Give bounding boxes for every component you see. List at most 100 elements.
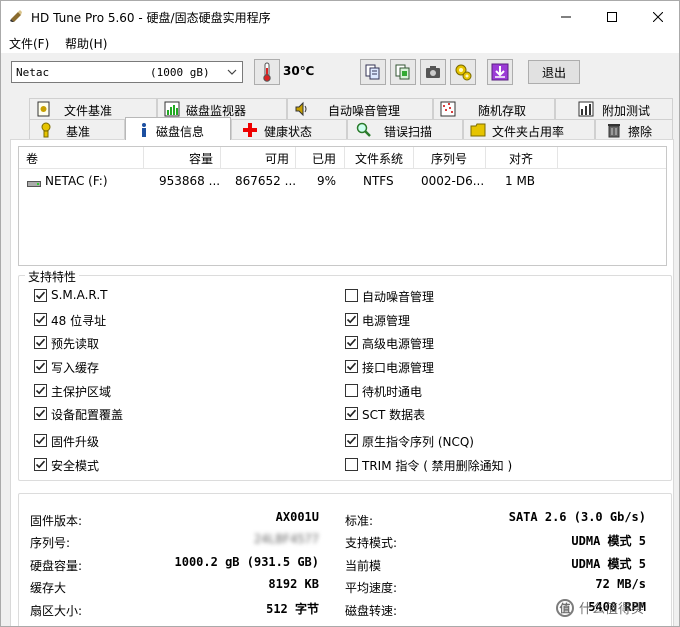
drive-select[interactable]: Netac (1000 gB): [11, 61, 243, 83]
sector-label: 扇区大小:: [30, 604, 83, 618]
minimize-button[interactable]: [543, 1, 589, 33]
cell-used: 9%: [317, 174, 337, 188]
tab-health[interactable]: 健康状态: [231, 119, 347, 140]
extra-tests-icon: [578, 101, 594, 117]
col-used[interactable]: 已用: [312, 150, 336, 167]
empty-checkbox-icon[interactable]: [345, 384, 358, 397]
tab-aam[interactable]: 自动噪音管理: [287, 98, 433, 119]
checkmark-icon[interactable]: [345, 313, 358, 326]
column-separator: [344, 147, 345, 169]
tab-label: 文件夹占用率: [492, 125, 565, 139]
col-align[interactable]: 对齐: [509, 150, 533, 167]
tab-label: 自动噪音管理: [328, 104, 401, 118]
tab-folder-usage[interactable]: 文件夹占用率: [463, 119, 595, 140]
folder-icon: [470, 122, 486, 138]
tab-random-access[interactable]: 随机存取: [433, 98, 555, 119]
feature-label: 写入缓存: [51, 361, 100, 375]
empty-checkbox-icon[interactable]: [345, 289, 358, 302]
tab-label: 随机存取: [478, 104, 527, 118]
avg-speed-label: 平均速度:: [345, 581, 398, 595]
tab-label: 磁盘信息: [156, 125, 205, 139]
volume-list[interactable]: 卷 容量 可用 已用 文件系统 序列号 对齐 NETAC (F:) 953868…: [18, 146, 667, 266]
watermark: 值 什么值得买: [556, 598, 644, 617]
watermark-text: 什么值得买: [579, 602, 645, 617]
title-bar: HD Tune Pro 5.60 - 硬盘/固态硬盘实用程序: [1, 1, 679, 33]
checkmark-icon[interactable]: [34, 360, 47, 373]
firmware-label: 固件版本:: [30, 514, 83, 528]
tab-row-1: 文件基准 磁盘监视器 自动噪音管理 随机存取 附加测试: [9, 98, 673, 119]
firmware-value: AX001U: [275, 510, 319, 524]
tab-extra-tests[interactable]: 附加测试: [555, 98, 673, 119]
col-filesystem[interactable]: 文件系统: [355, 150, 403, 167]
checkmark-icon[interactable]: [34, 407, 47, 420]
copy-text-icon[interactable]: [360, 59, 386, 85]
checkmark-icon[interactable]: [345, 407, 358, 420]
drive-name: Netac: [16, 66, 50, 79]
feature-label: 48 位寻址: [51, 314, 107, 328]
checkmark-icon[interactable]: [34, 384, 47, 397]
feature-label: TRIM 指令 ( 禁用删除通知 ): [362, 459, 513, 473]
health-cross-icon: [242, 122, 258, 138]
speaker-icon: [294, 101, 310, 117]
exit-button[interactable]: 退出: [528, 60, 580, 84]
cell-volume: NETAC (F:): [45, 174, 108, 188]
checkmark-icon[interactable]: [34, 313, 47, 326]
checkmark-icon[interactable]: [345, 360, 358, 373]
col-volume[interactable]: 卷: [26, 150, 38, 167]
maximize-button[interactable]: [589, 1, 635, 33]
thermometer-icon: [254, 59, 280, 85]
tab-label: 附加测试: [602, 104, 651, 118]
col-free[interactable]: 可用: [265, 150, 289, 167]
info-icon: [136, 122, 152, 138]
camera-icon[interactable]: [420, 59, 446, 85]
tab-file-benchmark[interactable]: 文件基准: [29, 98, 157, 119]
drive-icon: [27, 177, 41, 191]
table-row[interactable]: NETAC (F:) 953868 ... 867652 ... 9% NTFS…: [19, 172, 666, 192]
trash-icon: [606, 122, 622, 138]
tab-label: 健康状态: [264, 125, 313, 139]
feature-label: 设备配置覆盖: [51, 408, 124, 422]
checkmark-icon[interactable]: [34, 434, 47, 447]
tab-error-scan[interactable]: 错误扫描: [347, 119, 463, 140]
temperature-readout: 30℃: [283, 64, 315, 78]
tab-benchmark[interactable]: 基准: [29, 119, 125, 140]
col-serial[interactable]: 序列号: [431, 150, 467, 167]
supported-mode-value: UDMA 模式 5: [571, 534, 646, 548]
checkmark-icon[interactable]: [345, 336, 358, 349]
app-window: HD Tune Pro 5.60 - 硬盘/固态硬盘实用程序 文件(F) 帮助(…: [0, 0, 680, 627]
menu-file[interactable]: 文件(F): [9, 35, 49, 52]
feature-label: 固件升级: [51, 435, 100, 449]
benchmark-icon: [38, 122, 54, 138]
cache-value: 8192 KB: [268, 577, 319, 591]
cache-label: 缓存大: [30, 581, 67, 595]
checkmark-icon[interactable]: [34, 458, 47, 471]
download-icon[interactable]: [487, 59, 513, 85]
column-separator: [220, 147, 221, 169]
checkmark-icon[interactable]: [34, 336, 47, 349]
feature-label: 原生指令序列 (NCQ): [362, 435, 474, 449]
cell-capacity: 953868 ...: [159, 174, 221, 188]
feature-label: 高级电源管理: [362, 337, 435, 351]
menu-help[interactable]: 帮助(H): [65, 35, 107, 52]
options-icon[interactable]: [450, 59, 476, 85]
cell-free: 867652 ...: [235, 174, 297, 188]
tab-disk-monitor[interactable]: 磁盘监视器: [157, 98, 287, 119]
tab-disk-info[interactable]: 磁盘信息: [125, 117, 231, 140]
feature-label: 接口电源管理: [362, 361, 435, 375]
cell-align: 1 MB: [505, 174, 536, 188]
feature-label: SCT 数据表: [362, 408, 426, 422]
volume-list-header: 卷 容量 可用 已用 文件系统 序列号 对齐: [19, 147, 666, 169]
checkmark-icon[interactable]: [345, 434, 358, 447]
tab-erase[interactable]: 擦除: [595, 119, 673, 140]
checkmark-icon[interactable]: [34, 289, 47, 302]
empty-checkbox-icon[interactable]: [345, 458, 358, 471]
tab-label: 错误扫描: [384, 125, 433, 139]
col-capacity[interactable]: 容量: [189, 150, 213, 167]
close-button[interactable]: [635, 1, 679, 33]
drive-size: (1000 gB): [150, 66, 210, 79]
column-separator: [295, 147, 296, 169]
copy-screenshot-icon[interactable]: [390, 59, 416, 85]
feature-label: S.M.A.R.T: [51, 288, 108, 302]
file-benchmark-icon: [36, 101, 52, 117]
capacity-value: 1000.2 gB (931.5 GB): [174, 555, 320, 569]
